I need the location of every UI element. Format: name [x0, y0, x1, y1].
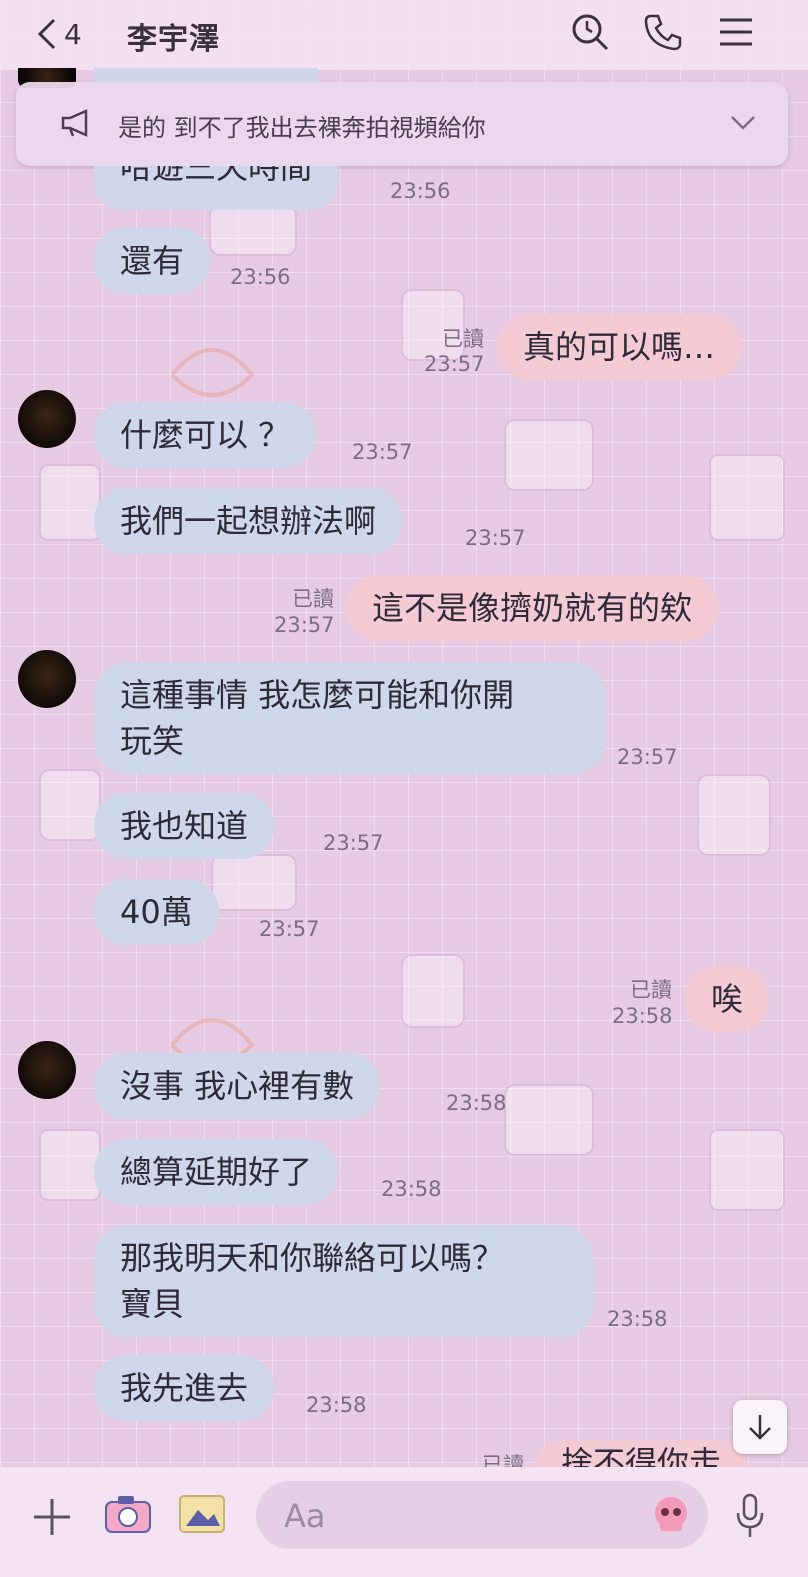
- message-text: 總算延期好了: [120, 1153, 313, 1191]
- message-bubble[interactable]: 我先進去: [94, 1355, 275, 1421]
- message-bubble-outgoing[interactable]: 真的可以嗎…: [497, 314, 742, 380]
- read-receipt: 已讀: [630, 978, 672, 1002]
- chevron-down-icon[interactable]: [730, 114, 756, 132]
- scroll-to-bottom-button[interactable]: [733, 1400, 787, 1454]
- message-bubble[interactable]: 我也知道: [94, 793, 275, 859]
- message-text: 什麼可以 ？: [120, 416, 291, 454]
- message-bubble[interactable]: 這種事情 我怎麼可能和你開 玩笑: [94, 662, 606, 774]
- message-bubble[interactable]: 我們一起想辦法啊: [94, 488, 403, 554]
- message-text-line: 那我明天和你聯絡可以嗎？: [120, 1239, 505, 1277]
- message-time: 23:58: [306, 1393, 367, 1417]
- message-text-line: 玩笑: [120, 722, 185, 760]
- search-icon[interactable]: [570, 12, 610, 52]
- message-input-bar: Aa: [0, 1467, 808, 1577]
- back-button[interactable]: 4: [36, 14, 106, 54]
- message-time: 23:56: [390, 179, 451, 203]
- message-time: 23:57: [352, 440, 413, 464]
- message-text: 我們一起想辦法啊: [120, 502, 377, 540]
- message-time: 23:58: [446, 1091, 507, 1115]
- message-bubble-outgoing[interactable]: 唉: [685, 966, 770, 1032]
- message-text: 我先進去: [120, 1369, 249, 1407]
- message-bubble-outgoing[interactable]: 捨不得你走: [535, 1440, 748, 1467]
- phone-icon[interactable]: [643, 12, 683, 52]
- message-time: 23:58: [381, 1177, 442, 1201]
- read-receipt: 已讀: [482, 1453, 524, 1467]
- camera-icon[interactable]: [104, 1494, 152, 1534]
- read-receipt: 已讀: [292, 587, 334, 611]
- unread-count: 4: [64, 17, 82, 51]
- message-text: 捨不得你走: [561, 1444, 722, 1467]
- message-bubble[interactable]: 哈遊三天時間: [94, 166, 339, 210]
- plus-icon[interactable]: [32, 1497, 72, 1537]
- arrow-down-icon: [749, 1415, 771, 1440]
- message-time: 23:56: [230, 265, 291, 289]
- message-text-line: 這種事情 我怎麼可能和你開: [120, 676, 515, 714]
- message-input-placeholder: Aa: [284, 1497, 326, 1535]
- message-text: 40萬: [120, 893, 193, 931]
- message-text: 沒事 我心裡有數: [120, 1067, 355, 1105]
- message-time: 23:57: [617, 745, 678, 769]
- message-bubble[interactable]: 什麼可以 ？: [94, 402, 317, 468]
- message-bubble[interactable]: 還有: [94, 228, 211, 294]
- menu-icon[interactable]: [716, 12, 756, 52]
- mic-icon[interactable]: [734, 1493, 766, 1539]
- chat-header: 4 李宇澤: [0, 0, 808, 70]
- message-text-line: 寶貝: [120, 1285, 185, 1323]
- avatar[interactable]: [18, 1041, 76, 1099]
- message-bubble[interactable]: 總算延期好了: [94, 1139, 339, 1205]
- message-text: 這不是像擠奶就有的欸: [372, 589, 693, 627]
- message-bubble-outgoing[interactable]: 這不是像擠奶就有的欸: [346, 575, 719, 641]
- message-time: 23:58: [607, 1307, 668, 1331]
- message-time: 23:58: [612, 1004, 673, 1028]
- message-text: 還有: [120, 242, 185, 280]
- message-time: 23:57: [259, 917, 320, 941]
- message-text: 真的可以嗎…: [523, 328, 716, 366]
- chat-title: 李宇澤: [127, 22, 220, 57]
- message-text: 哈遊三天時間: [120, 166, 313, 186]
- message-time: 23:57: [323, 831, 384, 855]
- avatar[interactable]: [18, 650, 76, 708]
- megaphone-icon: [61, 109, 88, 137]
- photo-icon[interactable]: [178, 1494, 226, 1534]
- message-time: 23:57: [465, 526, 526, 550]
- read-receipt: 已讀: [442, 327, 484, 351]
- sticker-icon[interactable]: [650, 1495, 692, 1535]
- message-text: 唉: [711, 980, 744, 1018]
- message-time: 23:57: [274, 613, 335, 637]
- message-time: 23:57: [424, 352, 485, 376]
- message-input[interactable]: Aa: [256, 1481, 708, 1549]
- back-icon: [37, 18, 56, 50]
- announcement-banner[interactable]: 是的 到不了我出去裸奔拍視頻給你: [16, 82, 788, 166]
- message-bubble[interactable]: 40萬: [94, 879, 219, 945]
- message-text: 我也知道: [120, 807, 249, 845]
- avatar[interactable]: [18, 390, 76, 448]
- message-bubble[interactable]: 沒事 我心裡有數: [94, 1053, 381, 1119]
- announcement-text: 是的 到不了我出去裸奔拍視頻給你: [118, 114, 486, 142]
- message-bubble[interactable]: 那我明天和你聯絡可以嗎？ 寶貝: [94, 1225, 594, 1337]
